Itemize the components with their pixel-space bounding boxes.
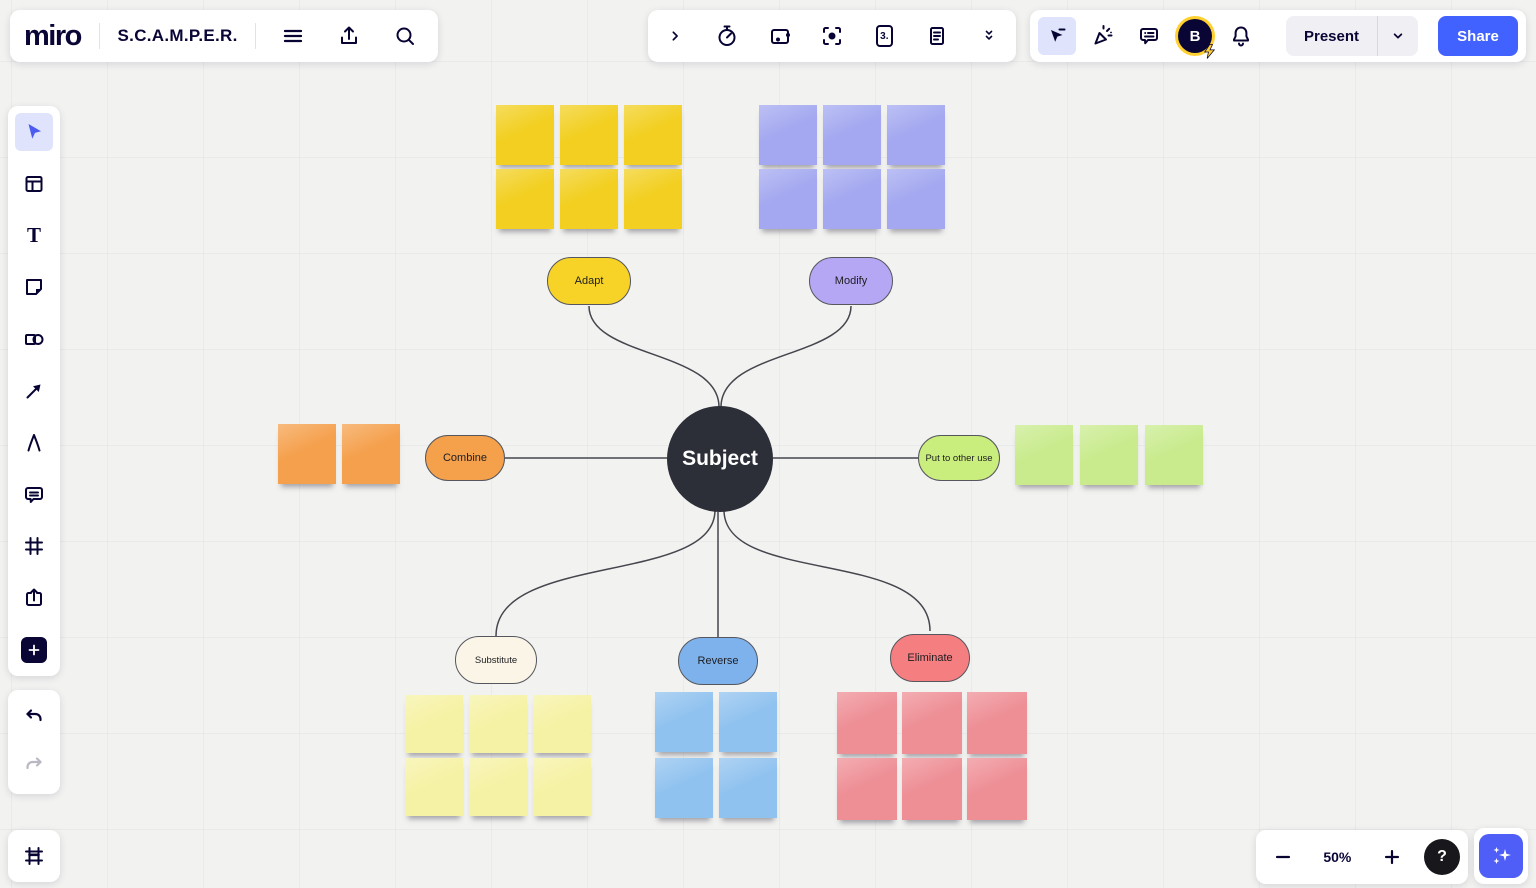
redo-icon	[22, 754, 46, 778]
notifications-button[interactable]	[1222, 17, 1260, 55]
frames-panel	[8, 830, 60, 882]
frames-list-button[interactable]	[15, 837, 53, 875]
arrow-icon	[22, 379, 46, 403]
mindmap-node-modify[interactable]: Modify	[809, 257, 893, 305]
mindmap-node-substitute[interactable]: Substitute	[455, 636, 537, 684]
present-button[interactable]: Present	[1286, 16, 1418, 56]
zoom-in-button[interactable]	[1373, 838, 1411, 876]
mindmap-node-put-to-other-use[interactable]: Put to other use	[918, 435, 1000, 481]
collapse-toolbar-button[interactable]	[970, 17, 1008, 55]
question-mark-icon: ?	[1437, 848, 1447, 866]
undo-icon	[22, 706, 46, 730]
sparkles-icon	[1489, 844, 1513, 868]
comments-icon	[1137, 24, 1161, 48]
double-chevron-down-icon	[979, 26, 999, 46]
chevron-right-icon	[665, 26, 685, 46]
board-canvas[interactable]: Adapt Modify Combine Put to other use Substi…	[0, 0, 1536, 888]
help-button[interactable]: ?	[1424, 839, 1460, 875]
templates-icon	[22, 172, 46, 196]
plus-icon	[21, 637, 47, 663]
screen-share-button[interactable]	[761, 17, 799, 55]
bell-icon	[1229, 24, 1253, 48]
mindmap-center-node[interactable]: Subject	[667, 406, 773, 512]
search-icon	[393, 24, 417, 48]
spotlight-icon	[820, 24, 844, 48]
undo-button[interactable]	[15, 699, 53, 737]
shapes-icon	[22, 327, 46, 351]
follow-cursor-button[interactable]	[1038, 17, 1076, 55]
main-menu-button[interactable]	[274, 17, 312, 55]
upload-tool[interactable]	[15, 579, 53, 617]
estimation-button[interactable]: 3.	[865, 17, 903, 55]
present-label: Present	[1286, 28, 1377, 45]
shapes-tool[interactable]	[15, 320, 53, 358]
user-avatar[interactable]: B	[1176, 17, 1214, 55]
present-dropdown[interactable]	[1377, 16, 1418, 56]
chevron-down-icon	[1390, 28, 1406, 44]
board-title[interactable]: S.C.A.M.P.E.R.	[118, 26, 238, 46]
share-button[interactable]: Share	[1438, 16, 1518, 56]
party-popper-icon	[1091, 24, 1115, 48]
collaborator-cursor-icon	[1045, 24, 1069, 48]
board-header-panel: miro S.C.A.M.P.E.R.	[10, 10, 438, 62]
text-icon: T	[27, 225, 41, 246]
miro-logo[interactable]: miro	[24, 20, 81, 53]
frame-tool[interactable]	[15, 527, 53, 565]
zoom-level[interactable]: 50%	[1315, 849, 1359, 865]
ai-assist-button[interactable]	[1479, 834, 1523, 878]
mindmap-node-reverse[interactable]: Reverse	[678, 637, 758, 685]
zoom-out-button[interactable]	[1264, 838, 1302, 876]
redo-button[interactable]	[15, 747, 53, 785]
frames-icon	[22, 844, 46, 868]
select-cursor-icon	[22, 120, 46, 144]
timer-button[interactable]	[708, 17, 746, 55]
pen-tool[interactable]	[15, 424, 53, 462]
ai-assist-panel	[1474, 828, 1528, 884]
timer-icon	[715, 24, 739, 48]
divider	[99, 23, 100, 49]
frame-icon	[22, 534, 46, 558]
minus-icon	[1272, 846, 1294, 868]
facilitation-toolbar: 3.	[648, 10, 1016, 62]
divider	[255, 23, 256, 49]
templates-tool[interactable]	[15, 165, 53, 203]
mindmap-node-combine[interactable]: Combine	[425, 435, 505, 481]
hamburger-icon	[281, 24, 305, 48]
estimation-icon: 3.	[876, 25, 893, 47]
history-panel	[8, 690, 60, 794]
plus-icon	[1381, 846, 1403, 868]
screen-share-icon	[768, 24, 792, 48]
export-icon	[337, 24, 361, 48]
mindmap-node-adapt[interactable]: Adapt	[547, 257, 631, 305]
comments-button[interactable]	[1130, 17, 1168, 55]
search-button[interactable]	[386, 17, 424, 55]
reactions-button[interactable]	[1084, 17, 1122, 55]
sticky-note-tool[interactable]	[15, 268, 53, 306]
sticky-note-icon	[22, 275, 46, 299]
spotlight-button[interactable]	[813, 17, 851, 55]
pen-icon	[22, 431, 46, 455]
mindmap-nodes-layer: Adapt Modify Combine Put to other use Substi…	[0, 0, 1536, 888]
select-tool[interactable]	[15, 113, 53, 151]
more-tools-button[interactable]	[15, 631, 53, 669]
lightning-icon	[1202, 44, 1217, 59]
comment-tool[interactable]	[15, 476, 53, 514]
text-tool[interactable]: T	[15, 217, 53, 255]
zoom-controls-panel: 50% ?	[1256, 830, 1468, 884]
export-button[interactable]	[330, 17, 368, 55]
creation-toolbar: T	[8, 106, 60, 676]
notes-button[interactable]	[918, 17, 956, 55]
expand-toolbar-button[interactable]	[656, 17, 694, 55]
upload-icon	[22, 586, 46, 610]
mindmap-node-eliminate[interactable]: Eliminate	[890, 634, 970, 682]
connection-line-tool[interactable]	[15, 372, 53, 410]
collaboration-toolbar: B Present Share	[1030, 10, 1526, 62]
comment-icon	[22, 483, 46, 507]
notes-icon	[925, 24, 949, 48]
